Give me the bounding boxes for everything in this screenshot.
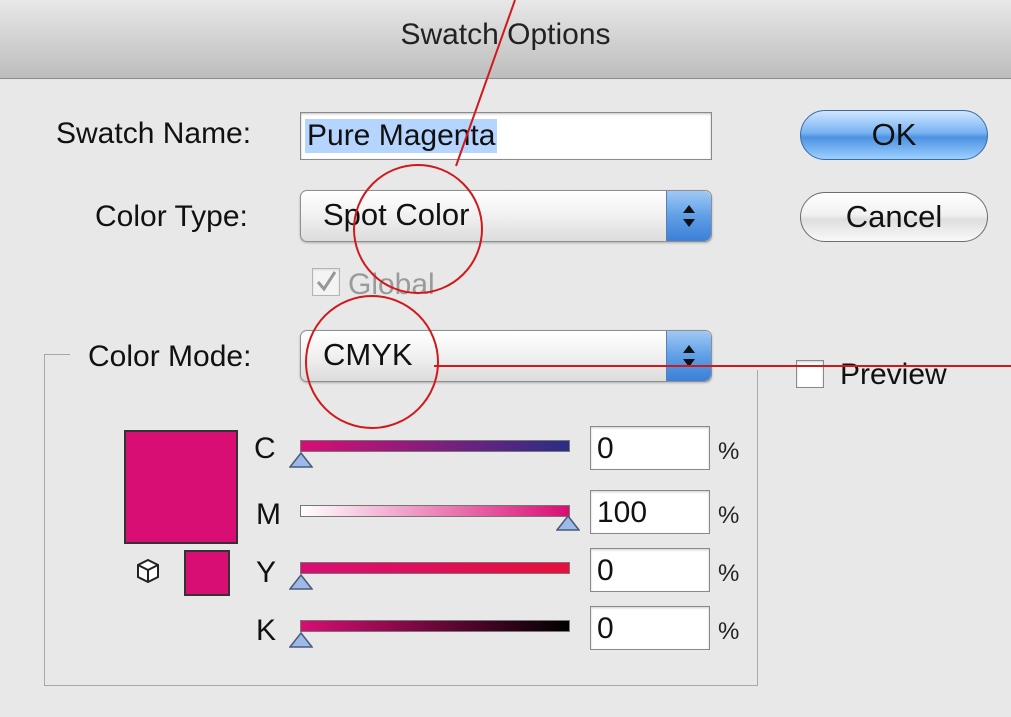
y-value-field[interactable]: 0 bbox=[590, 548, 710, 592]
slider-thumb-y[interactable] bbox=[289, 574, 313, 590]
cube-icon[interactable] bbox=[136, 558, 160, 589]
swatch-name-value: Pure Magenta bbox=[305, 119, 498, 153]
global-checkbox[interactable] bbox=[312, 268, 340, 296]
slider-label-m: M bbox=[256, 498, 281, 531]
y-percent: % bbox=[718, 560, 740, 587]
title-bar[interactable]: Swatch Options bbox=[0, 0, 1011, 79]
color-swatch-preview bbox=[124, 430, 238, 544]
updown-arrows-icon bbox=[666, 191, 711, 241]
slider-label-k: K bbox=[256, 614, 277, 647]
swatch-name-label: Swatch Name: bbox=[56, 117, 252, 150]
slider-label-c: C bbox=[254, 432, 276, 465]
color-mode-value: CMYK bbox=[323, 337, 413, 372]
c-value-field[interactable]: 0 bbox=[590, 426, 710, 470]
cancel-button[interactable]: Cancel bbox=[800, 192, 988, 242]
out-of-gamut-swatch[interactable] bbox=[184, 550, 230, 596]
color-type-value: Spot Color bbox=[323, 197, 470, 232]
global-label: Global bbox=[348, 268, 435, 301]
slider-thumb-k[interactable] bbox=[289, 632, 313, 648]
preview-checkbox[interactable] bbox=[796, 360, 824, 388]
slider-label-y: Y bbox=[256, 556, 277, 589]
updown-arrows-icon bbox=[666, 331, 711, 381]
m-percent: % bbox=[718, 502, 740, 529]
preview-label: Preview bbox=[840, 358, 947, 391]
color-type-select[interactable]: Spot Color bbox=[300, 190, 712, 242]
swatch-name-field[interactable]: Pure Magenta bbox=[300, 112, 712, 160]
slider-thumb-m[interactable] bbox=[556, 515, 580, 531]
window-title: Swatch Options bbox=[400, 18, 611, 51]
k-percent: % bbox=[718, 618, 740, 645]
m-value-field[interactable]: 100 bbox=[590, 490, 710, 534]
slider-track-m[interactable] bbox=[300, 505, 570, 517]
slider-track-k[interactable] bbox=[300, 620, 570, 632]
k-value-field[interactable]: 0 bbox=[590, 606, 710, 650]
slider-track-c[interactable] bbox=[300, 440, 570, 452]
slider-track-y[interactable] bbox=[300, 562, 570, 574]
color-mode-label: Color Mode: bbox=[88, 340, 252, 373]
checkmark-icon bbox=[316, 271, 337, 292]
color-type-label: Color Type: bbox=[95, 200, 248, 233]
color-mode-select[interactable]: CMYK bbox=[300, 330, 712, 382]
ok-button[interactable]: OK bbox=[800, 110, 988, 160]
c-percent: % bbox=[718, 438, 740, 465]
slider-thumb-c[interactable] bbox=[289, 452, 313, 468]
